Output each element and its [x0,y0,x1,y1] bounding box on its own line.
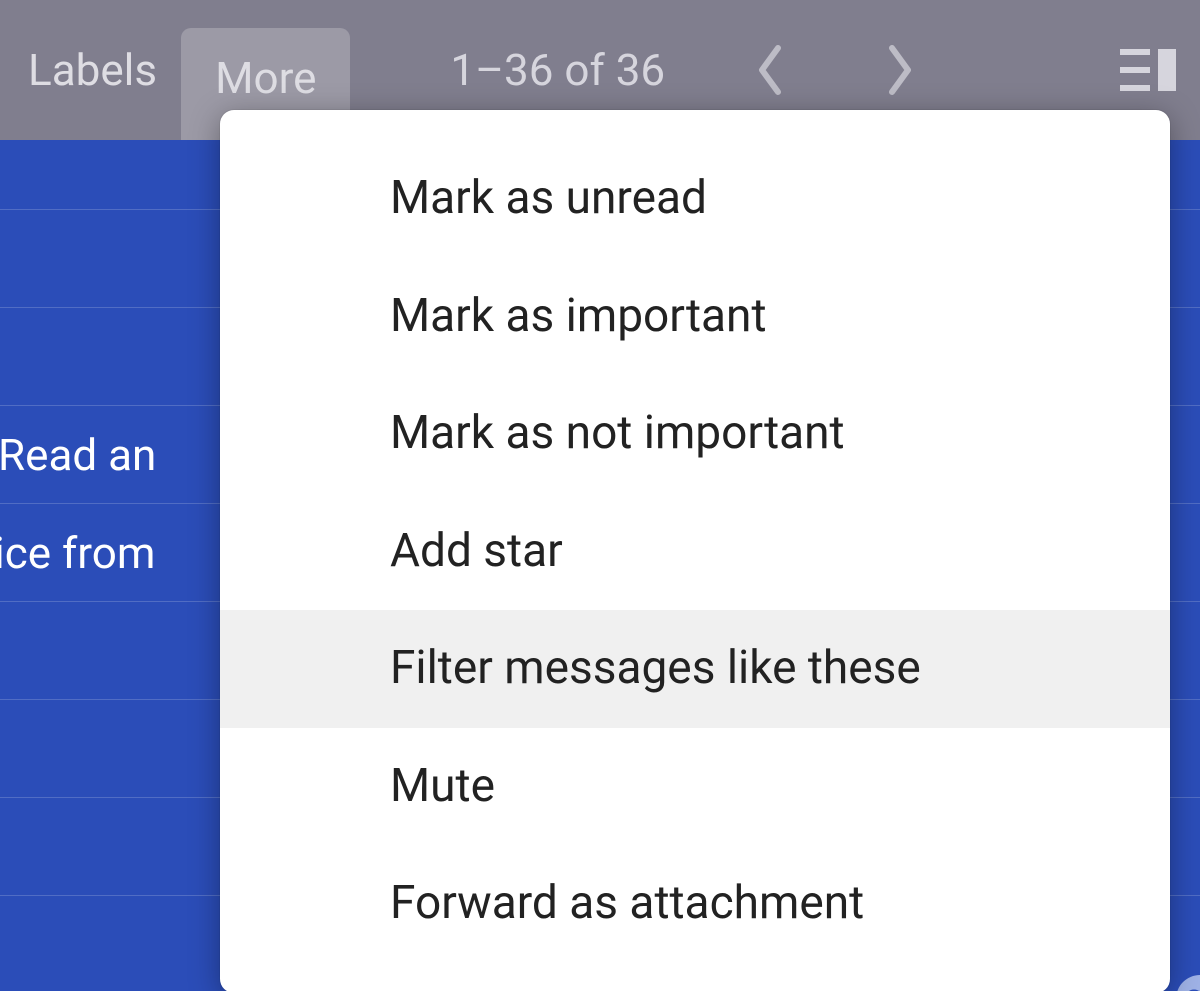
row-text: lvice from [0,527,155,579]
labels-button-label: Labels [28,44,157,96]
chevron-left-icon [754,44,786,96]
more-dropdown-menu: Mark as unread Mark as important Mark as… [220,110,1170,991]
menu-item-mark-as-unread[interactable]: Mark as unread [220,140,1170,258]
chevron-right-icon [884,44,916,96]
next-page-button[interactable] [855,25,945,115]
prev-page-button[interactable] [725,25,815,115]
menu-item-mark-as-not-important[interactable]: Mark as not important [220,375,1170,493]
menu-item-forward-as-attachment[interactable]: Forward as attachment [220,845,1170,963]
display-density-icon[interactable] [1120,47,1176,93]
menu-item-mark-as-important[interactable]: Mark as important [220,258,1170,376]
pager-count: 1–36 of 36 [450,44,665,96]
labels-button[interactable]: Labels [0,0,181,140]
menu-item-mute[interactable]: Mute [220,728,1170,846]
pager-nav [725,25,945,115]
menu-item-add-star[interactable]: Add star [220,493,1170,611]
row-text: o Read an [0,429,156,481]
menu-item-filter-messages-like-these[interactable]: Filter messages like these [220,610,1170,728]
more-button-label: More [215,52,316,104]
